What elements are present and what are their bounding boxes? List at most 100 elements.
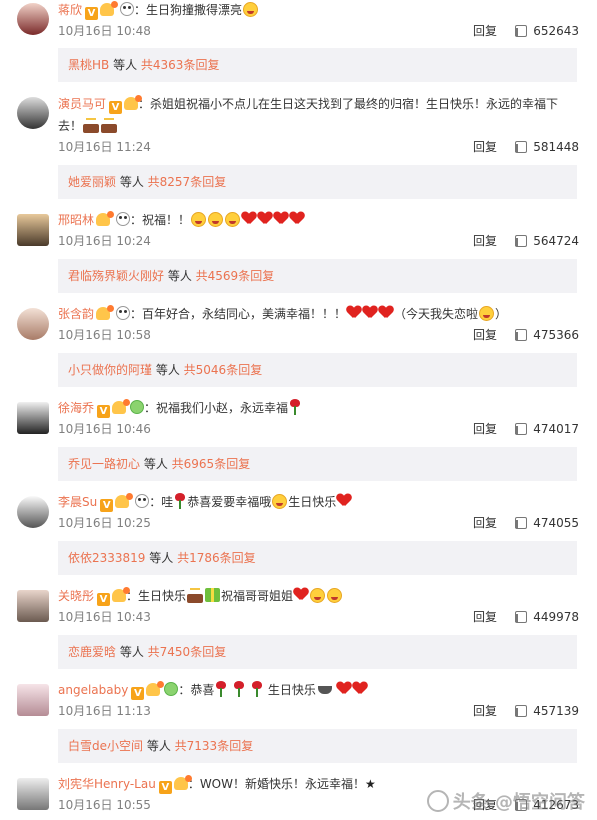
reply-count-link[interactable]: 共4363条回复 [141, 58, 220, 72]
thumb-up-icon [515, 25, 528, 37]
like-button[interactable]: 474055 [515, 513, 579, 533]
reply-count-link[interactable]: 共8257条回复 [148, 175, 227, 189]
star-icon: ★ [365, 777, 376, 791]
heart-icon [379, 306, 393, 320]
member-crown-icon [146, 681, 165, 696]
reply-button[interactable]: 回复 [473, 231, 497, 251]
reply-button[interactable]: 回复 [473, 21, 497, 41]
verified-icon: V [109, 101, 123, 114]
heart-icon [363, 306, 377, 320]
comment-text: ：哇 [149, 495, 174, 509]
emoji-icon [191, 212, 207, 227]
like-button[interactable]: 564724 [515, 231, 579, 251]
timestamp: 10月16日 10:46 [58, 422, 151, 436]
verified-icon: V [85, 7, 99, 20]
reply-summary[interactable]: 白雪de小空间 等人 共7133条回复 [58, 729, 577, 763]
comment-text-extra: 恭喜爱要幸福哦 [187, 495, 272, 509]
reply-count-link[interactable]: 共7450条回复 [148, 645, 227, 659]
username[interactable]: 刘宪华Henry-Lau [58, 777, 156, 791]
reply-count-link[interactable]: 共7133条回复 [175, 739, 254, 753]
username[interactable]: angelababy [58, 683, 128, 697]
avatar[interactable] [17, 684, 49, 716]
reply-user[interactable]: 乔见一路初心 [68, 457, 140, 471]
reply-summary[interactable]: 黑桃HB 等人 共4363条回复 [58, 48, 577, 82]
member-crown-icon [100, 1, 119, 16]
member-crown-icon [96, 211, 115, 226]
comment-text: ：祝福！！ [130, 213, 191, 227]
thumb-up-icon [515, 517, 528, 529]
reply-user[interactable]: 她爱丽颖 [68, 175, 116, 189]
reply-user[interactable]: 依依2333819 [68, 551, 145, 565]
rose-icon [251, 681, 263, 697]
reply-count-link[interactable]: 共1786条回复 [177, 551, 256, 565]
thumb-up-icon [515, 235, 528, 247]
reply-button[interactable]: 回复 [473, 513, 497, 533]
avatar[interactable] [17, 402, 49, 434]
username[interactable]: 张含韵 [58, 307, 94, 321]
reply-summary[interactable]: 君临殇界颖火刚好 等人 共4569条回复 [58, 259, 577, 293]
avatar[interactable] [17, 496, 49, 528]
like-button[interactable]: 581448 [515, 137, 579, 157]
comment-text-extra: （今天我失恋啦 [394, 307, 479, 321]
green-badge-icon [164, 682, 179, 696]
reply-count-link[interactable]: 共5046条回复 [184, 363, 263, 377]
reply-count-link[interactable]: 共6965条回复 [172, 457, 251, 471]
username[interactable]: 李晨Su [58, 495, 97, 509]
like-button[interactable]: 457139 [515, 701, 579, 721]
like-button[interactable]: 474017 [515, 419, 579, 439]
cake-icon [101, 118, 118, 133]
comment-text: ：百年好合，永结同心，美满幸福！！！ [130, 307, 347, 321]
reply-button[interactable]: 回复 [473, 137, 497, 157]
emoji-icon [243, 2, 259, 17]
reply-summary[interactable]: 依依2333819 等人 共1786条回复 [58, 541, 577, 575]
member-crown-icon [96, 305, 115, 320]
heart-icon [347, 306, 361, 320]
reply-button[interactable]: 回复 [473, 607, 497, 627]
like-count: 474055 [533, 516, 579, 530]
meta-row: 10月16日 10:43 回复 449978 [58, 607, 579, 627]
avatar[interactable] [17, 308, 49, 340]
username[interactable]: 关晓彤 [58, 589, 94, 603]
reply-user[interactable]: 恋鹿爱晗 [68, 645, 116, 659]
meta-row: 10月16日 10:24 回复 564724 [58, 231, 579, 251]
gift-icon [205, 588, 221, 602]
username[interactable]: 徐海乔 [58, 401, 94, 415]
heart-icon [258, 212, 272, 226]
avatar[interactable] [17, 3, 49, 35]
reply-user[interactable]: 君临殇界颖火刚好 [68, 269, 164, 283]
meta-row: 10月16日 10:58 回复 475366 [58, 325, 579, 345]
reply-summary[interactable]: 恋鹿爱晗 等人 共7450条回复 [58, 635, 577, 669]
username[interactable]: 演员马可 [58, 97, 106, 111]
like-button[interactable]: 449978 [515, 607, 579, 627]
like-button[interactable]: 652643 [515, 21, 579, 41]
heart-icon [353, 682, 367, 696]
username[interactable]: 邢昭林 [58, 213, 94, 227]
reply-count-link[interactable]: 共4569条回复 [196, 269, 275, 283]
reply-user[interactable]: 白雪de小空间 [68, 739, 143, 753]
reply-mid: 等人 [145, 551, 178, 565]
reply-user[interactable]: 小只做你的阿瑾 [68, 363, 152, 377]
username[interactable]: 蒋欣 [58, 3, 82, 17]
like-count: 475366 [533, 328, 579, 342]
reply-summary[interactable]: 乔见一路初心 等人 共6965条回复 [58, 447, 577, 481]
reply-summary[interactable]: 小只做你的阿瑾 等人 共5046条回复 [58, 353, 577, 387]
verified-icon: V [97, 405, 111, 418]
reply-button[interactable]: 回复 [473, 419, 497, 439]
meta-row: 10月16日 10:48 回复 652643 [58, 21, 579, 41]
reply-button[interactable]: 回复 [473, 701, 497, 721]
like-button[interactable]: 475366 [515, 325, 579, 345]
timestamp: 10月16日 11:24 [58, 140, 151, 154]
avatar[interactable] [17, 214, 49, 246]
timestamp: 10月16日 10:43 [58, 610, 151, 624]
avatar[interactable] [17, 590, 49, 622]
boat-icon [317, 686, 332, 694]
reply-button[interactable]: 回复 [473, 325, 497, 345]
avatar[interactable] [17, 97, 49, 129]
reply-summary[interactable]: 她爱丽颖 等人 共8257条回复 [58, 165, 577, 199]
cake-icon [83, 118, 100, 133]
avatar[interactable] [17, 778, 49, 810]
emoji-icon [327, 588, 343, 603]
panda-icon [116, 306, 131, 320]
reply-user[interactable]: 黑桃HB [68, 58, 109, 72]
emoji-icon [310, 588, 326, 603]
